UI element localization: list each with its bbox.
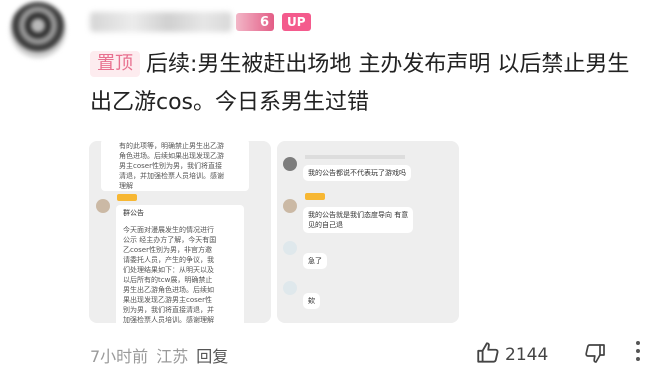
pinned-badge: 置顶	[90, 51, 140, 77]
chat-avatar	[283, 199, 297, 213]
thumbs-down-icon	[583, 344, 607, 370]
announcement-card-top: 有的此项等，明确禁止男生出乙游 角色进场。后续如果出现发现乙游 男主coser性…	[101, 141, 249, 191]
announcement-line: 们处理结果如下：从明天以及	[123, 266, 214, 274]
announcement-line: 以后所有的tcw展，明确禁止	[123, 276, 213, 284]
announcement-line: 别为男，我们将直接清退，并	[123, 306, 214, 314]
like-count: 2144	[505, 345, 549, 365]
like-button[interactable]: 2144	[475, 340, 548, 370]
comment-text: 后续:男生被赶出场地 主办发布声明 以后禁止男生出乙游cos。今日系男生过错	[90, 52, 630, 115]
role-tag	[305, 193, 325, 200]
comment-text-block: 置顶 后续:男生被赶出场地 主办发布声明 以后禁止男生出乙游cos。今日系男生过错	[90, 46, 646, 122]
chat-name	[305, 155, 405, 159]
announcement-line: 男主coser性别为男，我们将直接	[119, 162, 222, 170]
image-thumbnail-2[interactable]: 我的公告都说不代表玩了游戏吗 我的公告就是我们态度导向 有意 见的自己退 急了 …	[277, 141, 459, 323]
role-tag	[117, 194, 137, 201]
announcement-line: 男生出乙游角色进场。后续如	[123, 286, 214, 294]
chat-bubble: 急了	[303, 253, 327, 269]
announcement-line: 角色进场。后续如果出现发现乙游	[119, 152, 224, 160]
announcement-line: 今天面对漫展发生的情况进行	[123, 226, 214, 234]
announcement-line: 加强检票人员培训。感谢理解	[123, 316, 214, 323]
avatar[interactable]	[10, 2, 66, 58]
chat-avatar	[283, 281, 297, 295]
image-thumbnail-1[interactable]: 有的此项等，明确禁止男生出乙游 角色进场。后续如果出现发现乙游 男主coser性…	[89, 141, 271, 323]
level-badge: 6	[236, 13, 274, 31]
username-blurred[interactable]	[90, 12, 232, 32]
announcement-line: 公示 经主办方了解，今天有国	[123, 236, 217, 244]
announcement-line: 清退，并加强检票人员培训。感谢	[119, 172, 224, 180]
chat-bubble: 我的公告都说不代表玩了游戏吗	[303, 165, 411, 181]
chat-avatar	[283, 241, 297, 255]
thumbs-up-icon	[475, 340, 501, 370]
announcement-line: 请委托人员，产生的争议，我	[123, 256, 214, 264]
announcement-line: 乙coser性别为男，非官方邀	[123, 246, 212, 254]
up-badge: UP	[282, 13, 311, 31]
chat-avatar	[96, 199, 110, 213]
announcement-line: 果出现发现乙游男主coser性	[123, 296, 212, 304]
location: 江苏	[156, 347, 189, 366]
chat-bubble: 欸	[303, 293, 320, 309]
more-options-icon[interactable]	[636, 339, 642, 365]
comment-footer: 7小时前 江苏 回复	[90, 343, 236, 367]
announcement-line: 理解	[119, 182, 133, 190]
chat-avatar	[283, 157, 297, 171]
announcement-line: 有的此项等，明确禁止男生出乙游	[119, 142, 224, 150]
timestamp: 7小时前	[90, 347, 149, 366]
reply-button[interactable]: 回复	[196, 347, 228, 366]
level-number: 6	[259, 14, 269, 30]
dislike-button[interactable]	[583, 340, 607, 370]
announcement-card: 群公告 今天面对漫展发生的情况进行 公示 经主办方了解，今天有国 乙coser性…	[116, 205, 244, 323]
announcement-title: 群公告	[123, 209, 144, 217]
chat-bubble: 我的公告就是我们态度导向 有意 见的自己退	[303, 207, 414, 233]
